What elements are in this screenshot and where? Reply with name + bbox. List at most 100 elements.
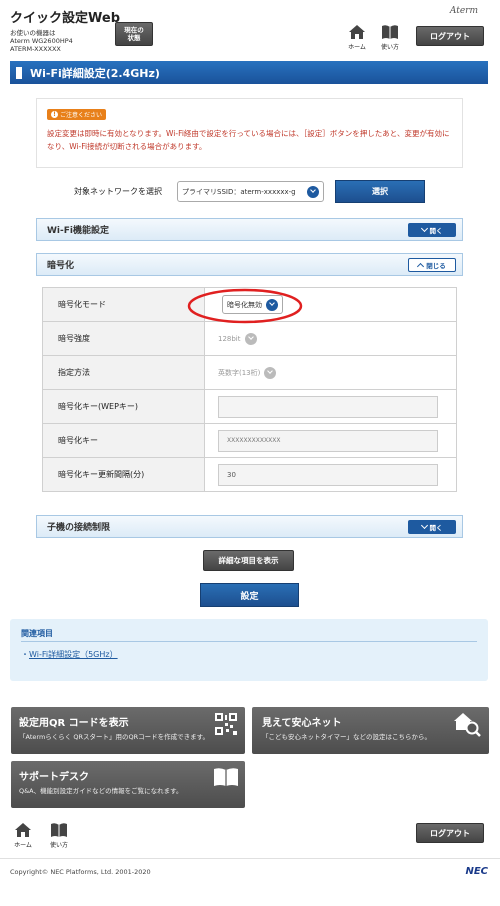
footer-home-nav[interactable]: ホーム (11, 822, 35, 849)
row-label: 暗号化キー(WEPキー) (42, 389, 205, 424)
table-row: 暗号化キー(WEPキー) (42, 389, 457, 424)
device-model: Aterm WG2600HP4 (10, 37, 73, 45)
bullet-icon: ・ (21, 650, 29, 659)
notice-badge-label: ご注意ください (60, 112, 103, 119)
network-select-label: 対象ネットワークを選択 (74, 187, 162, 196)
section-client-limit-title: 子機の接続制限 (47, 523, 111, 533)
chevron-down-icon (244, 332, 257, 345)
notice-badge: ! ご注意ください (47, 109, 107, 120)
book-icon (51, 823, 67, 837)
qr-code-icon (215, 713, 237, 735)
help-label: 使い方 (380, 44, 399, 51)
chevron-down-icon (307, 185, 319, 198)
book-icon (214, 768, 238, 786)
footer-logout-button[interactable]: ログアウト (416, 823, 484, 843)
section-encryption-title: 暗号化 (47, 261, 75, 271)
row-value: 英数字(13桁) (204, 355, 457, 390)
section-client-limit[interactable]: 子機の接続制限 開く (36, 515, 463, 538)
row-value (204, 389, 457, 424)
aterm-logo: Aterm (449, 6, 478, 16)
chevron-down-icon (264, 366, 277, 379)
logout-button[interactable]: ログアウト (416, 26, 484, 46)
support-desk-card[interactable]: サポートデスク Q&A、機能別設定ガイドなどの情報をご覧になれます。 (11, 761, 245, 808)
status-button[interactable]: 現在の状態 (115, 22, 153, 46)
home-nav[interactable]: ホーム (345, 24, 369, 51)
table-row: 暗号化キー更新間隔(分) 30 (42, 457, 457, 492)
qr-card-desc: 「Atermらくらく QRスタート」用のQRコードを作成できます。 (19, 733, 209, 741)
section-wifi-function[interactable]: Wi-Fi機能設定 開く (36, 218, 463, 241)
qr-card-title: 設定用QR コードを表示 (19, 718, 129, 729)
help-nav[interactable]: 使い方 (378, 24, 402, 51)
footer-divider (0, 858, 500, 859)
toggle-label: 閉じる (426, 262, 446, 270)
chevron-down-icon (420, 224, 428, 233)
warning-icon: ! (51, 111, 58, 118)
row-value: 30 (204, 457, 457, 492)
select-network-button[interactable]: 選択 (335, 180, 425, 203)
show-detail-label: 詳細な項目を表示 (218, 556, 279, 565)
device-name: ATERM-XXXXXX (10, 45, 61, 53)
related-link[interactable]: Wi-Fi詳細設定（5GHz） (29, 650, 118, 659)
key-update-interval-input[interactable]: 30 (218, 463, 438, 486)
mieru-anshin-card[interactable]: 見えて安心ネット 「こども安心ネットタイマー」などの設定はこちらから。 (252, 707, 489, 754)
safety-card-title: 見えて安心ネット (262, 718, 342, 729)
qr-code-card[interactable]: 設定用QR コードを表示 「Atermらくらく QRスタート」用のQRコードを作… (11, 707, 245, 754)
wifi-function-toggle[interactable]: 開く (408, 223, 456, 237)
chevron-up-icon (417, 262, 425, 270)
section-encryption[interactable]: 暗号化 閉じる (36, 253, 463, 276)
row-value: XXXXXXXXXXXXX (204, 423, 457, 458)
toggle-label: 開く (429, 227, 443, 235)
network-select[interactable]: プライマリSSID：aterm-xxxxxx-g (177, 181, 324, 202)
app-title-text: クイック設定Web (10, 11, 120, 26)
show-detail-button[interactable]: 詳細な項目を表示 (203, 550, 294, 571)
table-row: 暗号化キー XXXXXXXXXXXXX (42, 423, 457, 458)
related-divider (21, 641, 477, 642)
notice-text: 設定変更は即時に有効となります。Wi-Fi経由で設定を行っている場合には、［設定… (47, 129, 450, 151)
page-title: Wi-Fi詳細設定(2.4GHz) (30, 66, 160, 80)
support-card-title: サポートデスク (19, 772, 89, 783)
highlight-ellipse (187, 288, 303, 324)
copyright: Copyright© NEC Platforms, Ltd. 2001-2020 (10, 868, 151, 876)
encryption-toggle[interactable]: 閉じる (408, 258, 456, 272)
specify-method-value: 英数字(13桁) (218, 368, 261, 377)
support-card-desc: Q&A、機能別設定ガイドなどの情報をご覧になれます。 (19, 787, 183, 795)
device-label: お使いの機器は (10, 29, 56, 37)
toggle-label: 開く (429, 524, 443, 532)
encryption-key-input[interactable]: XXXXXXXXXXXXX (218, 429, 438, 452)
select-network-label: 選択 (372, 187, 388, 196)
home-icon (349, 25, 365, 39)
notice-box: ! ご注意ください 設定変更は即時に有効となります。Wi-Fi経由で設定を行って… (36, 98, 463, 168)
status-button-label: 現在の状態 (124, 26, 144, 42)
table-row: 指定方法 英数字(13桁) (42, 355, 457, 390)
footer-help-nav[interactable]: 使い方 (47, 822, 71, 849)
home-label: ホーム (348, 44, 366, 51)
related-title: 関連項目 (21, 629, 53, 638)
book-icon (382, 25, 398, 39)
nec-logo: NEC (465, 866, 488, 877)
wep-key-input[interactable] (218, 395, 438, 418)
home-search-icon (454, 713, 481, 737)
row-value: 128bit (204, 321, 457, 356)
row-label: 暗号化キー更新間隔(分) (42, 457, 205, 492)
apply-label: 設定 (240, 591, 259, 602)
related-panel: 関連項目 ・Wi-Fi詳細設定（5GHz） (10, 619, 488, 681)
row-label: 暗号強度 (42, 321, 205, 356)
encryption-strength-value: 128bit (218, 334, 241, 343)
logout-label: ログアウト (430, 31, 470, 41)
network-select-value: プライマリSSID：aterm-xxxxxx-g (182, 187, 296, 196)
specify-method-select[interactable]: 英数字(13桁) (218, 363, 280, 382)
home-icon (15, 823, 31, 837)
apply-button[interactable]: 設定 (200, 583, 299, 607)
client-limit-toggle[interactable]: 開く (408, 520, 456, 534)
encryption-strength-select[interactable]: 128bit (218, 329, 261, 348)
row-label: 暗号化モード (42, 287, 205, 322)
help-label: 使い方 (49, 842, 68, 849)
page-title-bar: Wi-Fi詳細設定(2.4GHz) (10, 61, 488, 84)
chevron-down-icon (420, 521, 428, 530)
home-label: ホーム (14, 842, 32, 849)
app-title: クイック設定Web お使いの機器は Aterm WG2600HP4 ATERM-… (10, 7, 120, 53)
related-link-item[interactable]: ・Wi-Fi詳細設定（5GHz） (21, 649, 118, 660)
logout-label: ログアウト (430, 828, 470, 838)
row-label: 暗号化キー (42, 423, 205, 458)
row-label: 指定方法 (42, 355, 205, 390)
